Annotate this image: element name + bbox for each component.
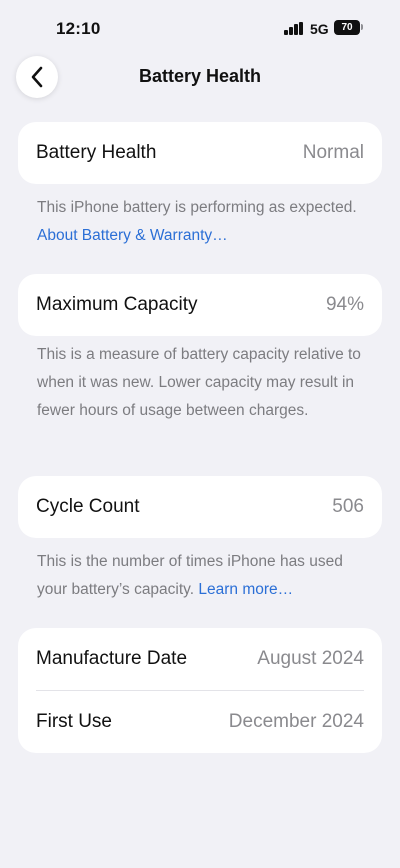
- maximum-capacity-note: This is a measure of battery capacity re…: [37, 346, 361, 419]
- maximum-capacity-row: Maximum Capacity 94%: [18, 274, 382, 336]
- cycle-count-card: Cycle Count 506: [18, 476, 382, 538]
- cycle-count-note-text: This is the number of times iPhone has u…: [37, 553, 343, 598]
- dates-card: Manufacture Date August 2024 First Use D…: [18, 628, 382, 753]
- battery-health-card: Battery Health Normal: [18, 122, 382, 184]
- manufacture-date-value: August 2024: [257, 648, 364, 669]
- battery-tip: [361, 24, 363, 30]
- maximum-capacity-card: Maximum Capacity 94%: [18, 274, 382, 336]
- cycle-count-value: 506: [332, 496, 364, 517]
- battery-health-value: Normal: [302, 142, 364, 163]
- maximum-capacity-value: 94%: [325, 294, 364, 315]
- battery-health-row: Battery Health Normal: [18, 122, 382, 184]
- cycle-count-label: Cycle Count: [36, 496, 140, 517]
- battery-health-note: This iPhone battery is performing as exp…: [37, 194, 367, 250]
- first-use-row: First Use December 2024: [18, 691, 382, 753]
- manufacture-date-label: Manufacture Date: [36, 648, 188, 669]
- manufacture-date-row: Manufacture Date August 2024: [18, 628, 382, 690]
- page-title: Battery Health: [138, 66, 262, 86]
- first-use-value: December 2024: [228, 711, 364, 732]
- battery-health-label: Battery Health: [36, 142, 157, 163]
- first-use-label: First Use: [36, 711, 112, 732]
- learn-more-link[interactable]: Learn more…: [198, 581, 293, 598]
- cycle-count-row: Cycle Count 506: [18, 476, 382, 538]
- status-bar: 12:10 5G 70: [0, 0, 400, 56]
- cycle-count-note: This is the number of times iPhone has u…: [37, 548, 367, 604]
- status-time: 12:10: [56, 19, 101, 38]
- maximum-capacity-label: Maximum Capacity: [36, 294, 198, 315]
- battery-level: 70: [341, 22, 353, 33]
- battery-health-note-text: This iPhone battery is performing as exp…: [37, 199, 357, 216]
- network-type: 5G: [310, 21, 329, 37]
- battery-icon: 70: [334, 20, 360, 35]
- about-battery-warranty-link[interactable]: About Battery & Warranty…: [37, 227, 228, 244]
- cellular-signal-icon: [284, 22, 304, 35]
